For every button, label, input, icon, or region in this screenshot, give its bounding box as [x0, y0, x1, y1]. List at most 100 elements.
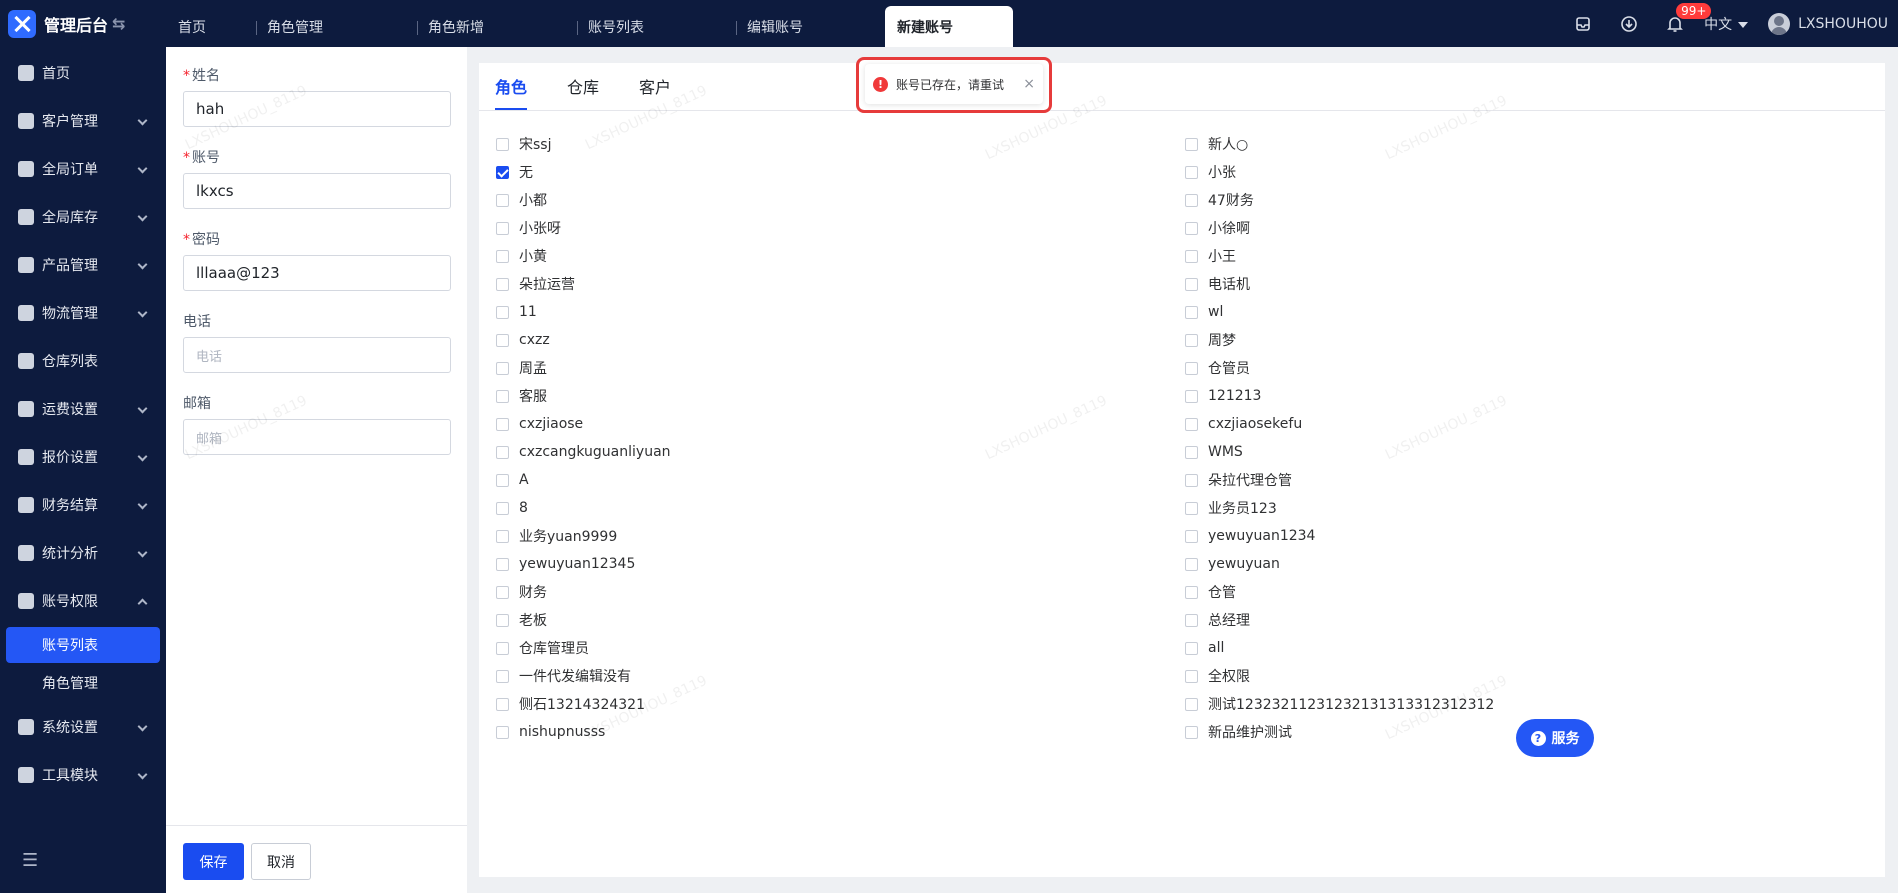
avatar[interactable]	[1768, 12, 1791, 35]
checkbox[interactable]	[1185, 389, 1198, 403]
tab-home[interactable]: 首页	[166, 0, 256, 47]
sidebar-item-account-permissions[interactable]: 账号权限	[0, 577, 166, 625]
checkbox-checked[interactable]	[496, 165, 509, 179]
service-button[interactable]: ? 服务	[1516, 719, 1594, 757]
tab-new-account[interactable]: 新建账号	[885, 6, 1013, 47]
role-option[interactable]: 测试12323211231232131313312312312	[1185, 690, 1874, 718]
sidebar-item-system-settings[interactable]: 系统设置	[0, 703, 166, 751]
role-option[interactable]: 小徐啊	[1185, 214, 1874, 242]
checkbox[interactable]	[496, 445, 509, 459]
tab-roles[interactable]: 角色	[495, 74, 528, 110]
email-input[interactable]: 邮箱	[183, 419, 451, 455]
sidebar-item-products[interactable]: 产品管理	[0, 241, 166, 289]
checkbox[interactable]	[496, 249, 509, 263]
checkbox[interactable]	[496, 697, 509, 711]
save-button[interactable]: 保存	[183, 843, 244, 880]
role-option[interactable]: 小都	[496, 186, 1185, 214]
menu-collapse-icon[interactable]: ☰	[22, 850, 38, 871]
role-option[interactable]: cxzcangkuguanliyuan	[496, 438, 1185, 466]
checkbox[interactable]	[1185, 249, 1198, 263]
role-option[interactable]: nishupnusss	[496, 718, 1185, 746]
role-option[interactable]: yewuyuan12345	[496, 550, 1185, 578]
checkbox[interactable]	[496, 557, 509, 571]
role-option[interactable]: 财务	[496, 578, 1185, 606]
role-option[interactable]: 121213	[1185, 382, 1874, 410]
sidebar-item-logistics[interactable]: 物流管理	[0, 289, 166, 337]
role-option[interactable]: 业务员123	[1185, 494, 1874, 522]
role-option[interactable]: 8	[496, 494, 1185, 522]
role-option[interactable]: cxzjiaose	[496, 410, 1185, 438]
role-option[interactable]: A	[496, 466, 1185, 494]
role-option[interactable]: 一件代发编辑没有	[496, 662, 1185, 690]
checkbox[interactable]	[1185, 333, 1198, 347]
bell-icon[interactable]: 99+	[1666, 2, 1712, 33]
checkbox[interactable]	[1185, 165, 1198, 179]
checkbox[interactable]	[1185, 473, 1198, 487]
role-option[interactable]: 小王	[1185, 242, 1874, 270]
checkbox[interactable]	[1185, 725, 1198, 739]
tab-edit-account[interactable]: 编辑账号	[736, 0, 885, 47]
tab-role-add[interactable]: 角色新增	[417, 0, 577, 47]
checkbox[interactable]	[1185, 221, 1198, 235]
checkbox[interactable]	[496, 305, 509, 319]
role-option[interactable]: 客服	[496, 382, 1185, 410]
password-input[interactable]: lllaaa@123	[183, 255, 451, 291]
role-option[interactable]: 业务yuan9999	[496, 522, 1185, 550]
checkbox[interactable]	[1185, 305, 1198, 319]
checkbox[interactable]	[496, 333, 509, 347]
sidebar-subitem-role-management[interactable]: 角色管理	[6, 665, 160, 701]
role-option[interactable]: 全权限	[1185, 662, 1874, 690]
role-option[interactable]: 无	[496, 158, 1185, 186]
checkbox[interactable]	[1185, 417, 1198, 431]
sidebar-item-tools[interactable]: 工具模块	[0, 751, 166, 799]
checkbox[interactable]	[1185, 613, 1198, 627]
sidebar-item-quotes[interactable]: 报价设置	[0, 433, 166, 481]
role-option[interactable]: yewuyuan1234	[1185, 522, 1874, 550]
sidebar-item-shipping-fees[interactable]: 运费设置	[0, 385, 166, 433]
account-input[interactable]: lkxcs	[183, 173, 451, 209]
checkbox[interactable]	[496, 137, 509, 151]
checkbox[interactable]	[496, 641, 509, 655]
username[interactable]: LXSHOUHOU	[1798, 16, 1888, 32]
role-option[interactable]: 仓管员	[1185, 354, 1874, 382]
inbox-icon[interactable]	[1574, 15, 1592, 33]
sidebar-item-statistics[interactable]: 统计分析	[0, 529, 166, 577]
checkbox[interactable]	[1185, 529, 1198, 543]
checkbox[interactable]	[496, 473, 509, 487]
role-option[interactable]: 侧石13214324321	[496, 690, 1185, 718]
checkbox[interactable]	[496, 501, 509, 515]
checkbox[interactable]	[1185, 697, 1198, 711]
sidebar-item-finance[interactable]: 财务结算	[0, 481, 166, 529]
checkbox[interactable]	[496, 389, 509, 403]
role-option[interactable]: cxzjiaosekefu	[1185, 410, 1874, 438]
checkbox[interactable]	[1185, 137, 1198, 151]
role-option[interactable]: 仓库管理员	[496, 634, 1185, 662]
checkbox[interactable]	[1185, 445, 1198, 459]
role-option[interactable]: 小黄	[496, 242, 1185, 270]
name-input[interactable]: hah	[183, 91, 451, 127]
checkbox[interactable]	[1185, 193, 1198, 207]
checkbox[interactable]	[496, 585, 509, 599]
checkbox[interactable]	[496, 613, 509, 627]
role-option[interactable]: WMS	[1185, 438, 1874, 466]
role-option[interactable]: all	[1185, 634, 1874, 662]
tab-role-management[interactable]: 角色管理	[256, 0, 417, 47]
checkbox[interactable]	[496, 529, 509, 543]
tab-warehouses[interactable]: 仓库	[567, 74, 599, 110]
checkbox[interactable]	[1185, 277, 1198, 291]
role-option[interactable]: 11	[496, 298, 1185, 326]
checkbox[interactable]	[496, 221, 509, 235]
checkbox[interactable]	[496, 417, 509, 431]
close-icon[interactable]: ×	[1023, 76, 1035, 92]
sidebar-item-customers[interactable]: 客户管理	[0, 97, 166, 145]
checkbox[interactable]	[1185, 585, 1198, 599]
role-option[interactable]: 总经理	[1185, 606, 1874, 634]
role-option[interactable]: 周孟	[496, 354, 1185, 382]
role-option[interactable]: 朵拉运营	[496, 270, 1185, 298]
sidebar-item-home[interactable]: 首页	[0, 49, 166, 97]
role-option[interactable]: 新人○	[1185, 130, 1874, 158]
role-option[interactable]: 老板	[496, 606, 1185, 634]
cancel-button[interactable]: 取消	[251, 843, 311, 880]
role-option[interactable]: wl	[1185, 298, 1874, 326]
checkbox[interactable]	[1185, 557, 1198, 571]
